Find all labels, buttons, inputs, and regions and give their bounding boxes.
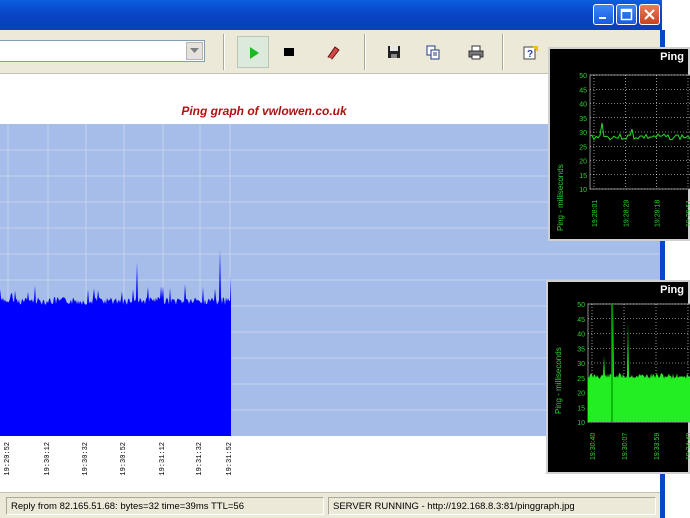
start-button[interactable] xyxy=(237,36,269,68)
x-tick-label: 19:31:32 xyxy=(196,442,208,486)
x-tick-label: 19:20:52 xyxy=(4,442,16,486)
svg-text:?: ? xyxy=(527,49,533,60)
x-tick-text: 19:31:52 xyxy=(226,442,234,476)
graph-title: Ping graph of vwlowen.co.uk xyxy=(181,104,347,118)
mini-x-tick-label: 19:28:29 xyxy=(623,200,630,227)
copy-icon xyxy=(426,45,440,60)
floppy-icon xyxy=(388,46,400,58)
mini-x-tick-label: 19:29:51 xyxy=(686,200,690,227)
minimize-icon xyxy=(599,17,606,19)
mini-y-tick-label: 10 xyxy=(577,420,585,427)
status-bar: Reply from 82.165.51.68: bytes=32 time=3… xyxy=(0,492,660,518)
mini-ping-graph: 50 45 40 35 30 25 20 15 10 19:28:01 19:28:29 19:29:… xyxy=(548,47,690,241)
x-tick-label: 19:31:12 xyxy=(159,442,171,486)
mini-y-tick-label: 45 xyxy=(577,317,585,324)
mini-graph-svg: 50 45 40 35 30 25 20 15 10 19:28:01 19:28:29 19:29:… xyxy=(579,73,690,227)
mini-y-tick-label: 20 xyxy=(579,159,587,166)
mini-y-tick-label: 40 xyxy=(579,102,587,109)
x-tick-label: 19:30:12 xyxy=(44,442,56,486)
mini-y-tick-label: 35 xyxy=(577,346,585,353)
mini-graph-svg: 50 45 40 35 30 25 20 15 10 19:30:40 19:30:07 19:33:… xyxy=(577,302,690,460)
mini-y-tick-label: 30 xyxy=(577,361,585,368)
ping-area-series xyxy=(0,249,231,436)
x-tick-label: 19:31:52 xyxy=(226,442,238,486)
x-tick-text: 19:30:12 xyxy=(44,442,52,476)
help-button[interactable]: ? xyxy=(515,36,547,68)
mini-y-tick-label: 10 xyxy=(579,187,587,194)
x-tick-text: 19:20:52 xyxy=(4,442,12,476)
mini-x-tick-label: 19:28:01 xyxy=(592,200,599,227)
mini-y-tick-label: 15 xyxy=(579,173,587,180)
mini-y-tick-label: 40 xyxy=(577,332,585,339)
x-tick-label: 19:30:32 xyxy=(82,442,94,486)
x-tick-text: 19:30:52 xyxy=(120,442,128,476)
mini-graph-ylabel: Ping - milliseconds xyxy=(554,347,563,414)
mini-y-tick-label: 15 xyxy=(577,405,585,412)
minimize-button[interactable] xyxy=(593,4,614,25)
address-combo[interactable] xyxy=(0,40,205,62)
status-reply: Reply from 82.165.51.68: bytes=32 time=3… xyxy=(6,497,324,515)
eraser-icon xyxy=(327,46,340,60)
maximize-icon xyxy=(620,8,633,21)
stop-button[interactable] xyxy=(273,36,305,68)
copy-button[interactable] xyxy=(417,36,449,68)
mini-x-tick-label: 19:30:40 xyxy=(590,433,597,460)
chevron-down-icon xyxy=(190,48,199,53)
title-bar xyxy=(0,0,662,30)
mini-y-tick-label: 50 xyxy=(577,302,585,309)
mini-y-tick-label: 30 xyxy=(579,130,587,137)
stop-icon xyxy=(284,48,294,56)
mini-x-tick-label: 19:29:18 xyxy=(655,200,662,227)
mini-y-tick-label: 25 xyxy=(579,144,587,151)
x-tick-text: 19:31:12 xyxy=(159,442,167,476)
mini-x-tick-label: 19:34:40 xyxy=(686,433,690,460)
clear-button[interactable] xyxy=(317,36,349,68)
mini-graph-title: Ping xyxy=(660,51,684,63)
print-button[interactable] xyxy=(460,36,492,68)
toolbar-separator xyxy=(502,34,504,70)
maximize-button[interactable] xyxy=(616,4,637,25)
mini-x-tick-label: 19:33:59 xyxy=(654,433,661,460)
toolbar-separator xyxy=(223,34,225,70)
printer-icon xyxy=(468,45,484,60)
mini-graph-title: Ping xyxy=(660,284,684,296)
save-button[interactable] xyxy=(378,36,410,68)
mini-y-tick-label: 35 xyxy=(579,116,587,123)
x-tick-text: 19:31:32 xyxy=(196,442,204,476)
status-server: SERVER RUNNING - http://192.168.8.3:81/p… xyxy=(328,497,656,515)
mini-ping-graph: 50 45 40 35 30 25 20 15 10 19:30:40 19:30:07 19:33:… xyxy=(546,280,690,474)
toolbar-separator xyxy=(364,34,366,70)
x-tick-text: 19:30:32 xyxy=(82,442,90,476)
close-icon xyxy=(644,9,655,20)
x-tick-label: 19:30:52 xyxy=(120,442,132,486)
play-icon xyxy=(250,47,259,59)
mini-y-tick-label: 45 xyxy=(579,87,587,94)
mini-x-tick-label: 19:30:07 xyxy=(622,433,629,460)
close-button[interactable] xyxy=(639,4,660,25)
mini-graph-ylabel: Ping - milliseconds xyxy=(556,164,565,231)
help-icon: ? xyxy=(523,46,538,60)
mini-y-tick-label: 25 xyxy=(577,376,585,383)
mini-y-tick-label: 50 xyxy=(579,73,587,80)
mini-y-tick-label: 20 xyxy=(577,391,585,398)
combo-dropdown-button[interactable] xyxy=(186,42,203,60)
